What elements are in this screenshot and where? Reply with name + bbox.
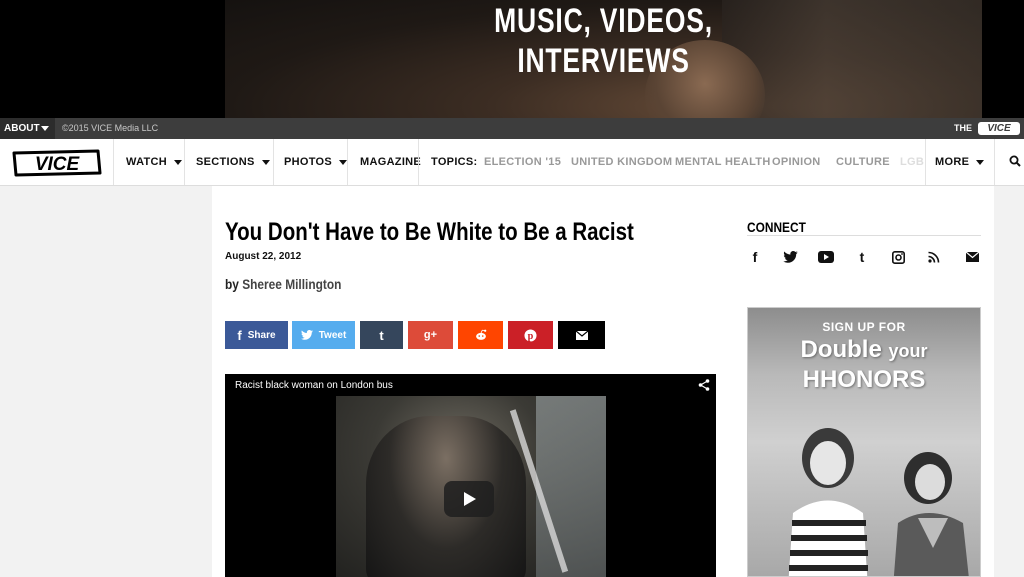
facebook-icon: f xyxy=(237,327,242,343)
video-title[interactable]: Racist black woman on London bus xyxy=(235,380,393,391)
ad-line2-small: your xyxy=(888,341,928,361)
advertisement[interactable]: SIGN UP FOR Double your HHONORS xyxy=(747,307,981,577)
vice-logo[interactable]: VICE xyxy=(12,149,102,177)
topic-election-15[interactable]: ELECTION '15 xyxy=(484,139,561,185)
email-share-button[interactable] xyxy=(558,321,605,349)
topic-opinion[interactable]: OPINION xyxy=(772,139,821,185)
nav-more[interactable]: MORE xyxy=(935,139,985,185)
email-icon[interactable] xyxy=(963,248,981,266)
googleplus-icon: g+ xyxy=(423,329,438,341)
ad-photo-woman-left xyxy=(788,428,868,576)
about-label: ABOUT xyxy=(4,123,40,134)
ad-line2-main: Double xyxy=(800,336,882,363)
left-gutter xyxy=(0,186,212,577)
youtube-icon[interactable] xyxy=(817,248,835,266)
article-byline: by Sheree Millington xyxy=(225,276,341,292)
twitter-icon xyxy=(300,330,313,340)
ad-line3: HHONORS xyxy=(802,366,926,393)
nav-photos-label: PHOTOS xyxy=(284,156,333,168)
twitter-share-label: Tweet xyxy=(318,329,347,341)
topic-culture[interactable]: CULTURE xyxy=(836,139,890,185)
tumblr-share-button[interactable]: t xyxy=(360,321,403,349)
nav-magazine[interactable]: MAGAZINE xyxy=(360,139,421,185)
logo-text: VICE xyxy=(35,154,81,175)
right-gutter xyxy=(994,186,1024,577)
ad-photo-woman-right xyxy=(893,452,969,576)
top-banner[interactable]: MUSIC, VIDEOS, INTERVIEWS xyxy=(0,0,1024,118)
chevron-down-icon xyxy=(339,159,348,165)
nav-more-label: MORE xyxy=(935,156,970,168)
googleplus-share-button[interactable]: g+ xyxy=(408,321,453,349)
reddit-icon xyxy=(475,329,486,340)
banner-headline-line1: MUSIC, VIDEOS, xyxy=(494,2,713,40)
tumblr-icon: t xyxy=(379,327,384,343)
nav-watch[interactable]: WATCH xyxy=(126,139,183,185)
facebook-icon[interactable]: f xyxy=(746,248,764,266)
chevron-down-icon xyxy=(261,159,270,165)
play-button[interactable] xyxy=(444,481,494,517)
copyright-text: ©2015 VICE Media LLC xyxy=(62,123,159,133)
the-vice-logo[interactable]: VICE xyxy=(978,122,1020,135)
share-icon[interactable] xyxy=(698,379,710,391)
pinterest-icon: p xyxy=(524,328,537,342)
utility-bar: ABOUT ©2015 VICE Media LLC THE VICE xyxy=(0,118,1024,139)
ad-line2: Double your xyxy=(748,336,980,364)
topic-mental-health[interactable]: MENTAL HEALTH xyxy=(675,139,771,185)
svg-text:p: p xyxy=(528,331,534,342)
nav-photos[interactable]: PHOTOS xyxy=(284,139,348,185)
connect-heading: CONNECT xyxy=(747,219,806,235)
byline-prefix: by xyxy=(225,276,239,292)
twitter-share-button[interactable]: Tweet xyxy=(292,321,355,349)
chevron-down-icon xyxy=(976,159,985,165)
facebook-share-label: Share xyxy=(247,329,276,341)
pinterest-share-button[interactable]: p xyxy=(508,321,553,349)
main-nav: VICE WATCH SECTIONS PHOTOS MAGAZINE TOPI… xyxy=(0,139,1024,186)
twitter-icon[interactable] xyxy=(781,248,799,266)
article-date: August 22, 2012 xyxy=(225,251,302,262)
about-menu[interactable]: ABOUT xyxy=(0,118,55,139)
nav-watch-label: WATCH xyxy=(126,156,168,168)
video-player[interactable]: Racist black woman on London bus xyxy=(225,374,716,577)
chevron-down-icon xyxy=(174,159,183,165)
reddit-share-button[interactable] xyxy=(458,321,503,349)
banner-headline-line2: INTERVIEWS xyxy=(517,42,690,80)
topics-label: TOPICS: xyxy=(431,156,478,168)
email-icon xyxy=(575,330,588,340)
nav-sections-label: SECTIONS xyxy=(196,156,255,168)
topic-lgbt[interactable]: LGBT xyxy=(900,139,924,185)
nav-sections[interactable]: SECTIONS xyxy=(196,139,270,185)
ad-line1: SIGN UP FOR xyxy=(822,320,906,334)
rss-icon[interactable] xyxy=(925,248,943,266)
chevron-down-icon xyxy=(41,126,49,131)
connect-divider xyxy=(747,235,981,236)
instagram-icon[interactable] xyxy=(889,248,907,266)
facebook-share-button[interactable]: f Share xyxy=(225,321,288,349)
article-title: You Don't Have to Be White to Be a Racis… xyxy=(225,218,634,246)
tumblr-icon[interactable]: t xyxy=(853,248,871,266)
topic-united-kingdom[interactable]: UNITED KINGDOM xyxy=(571,139,672,185)
the-label: THE xyxy=(954,123,972,133)
search-icon[interactable] xyxy=(1009,155,1021,167)
author-link[interactable]: Sheree Millington xyxy=(242,276,341,292)
